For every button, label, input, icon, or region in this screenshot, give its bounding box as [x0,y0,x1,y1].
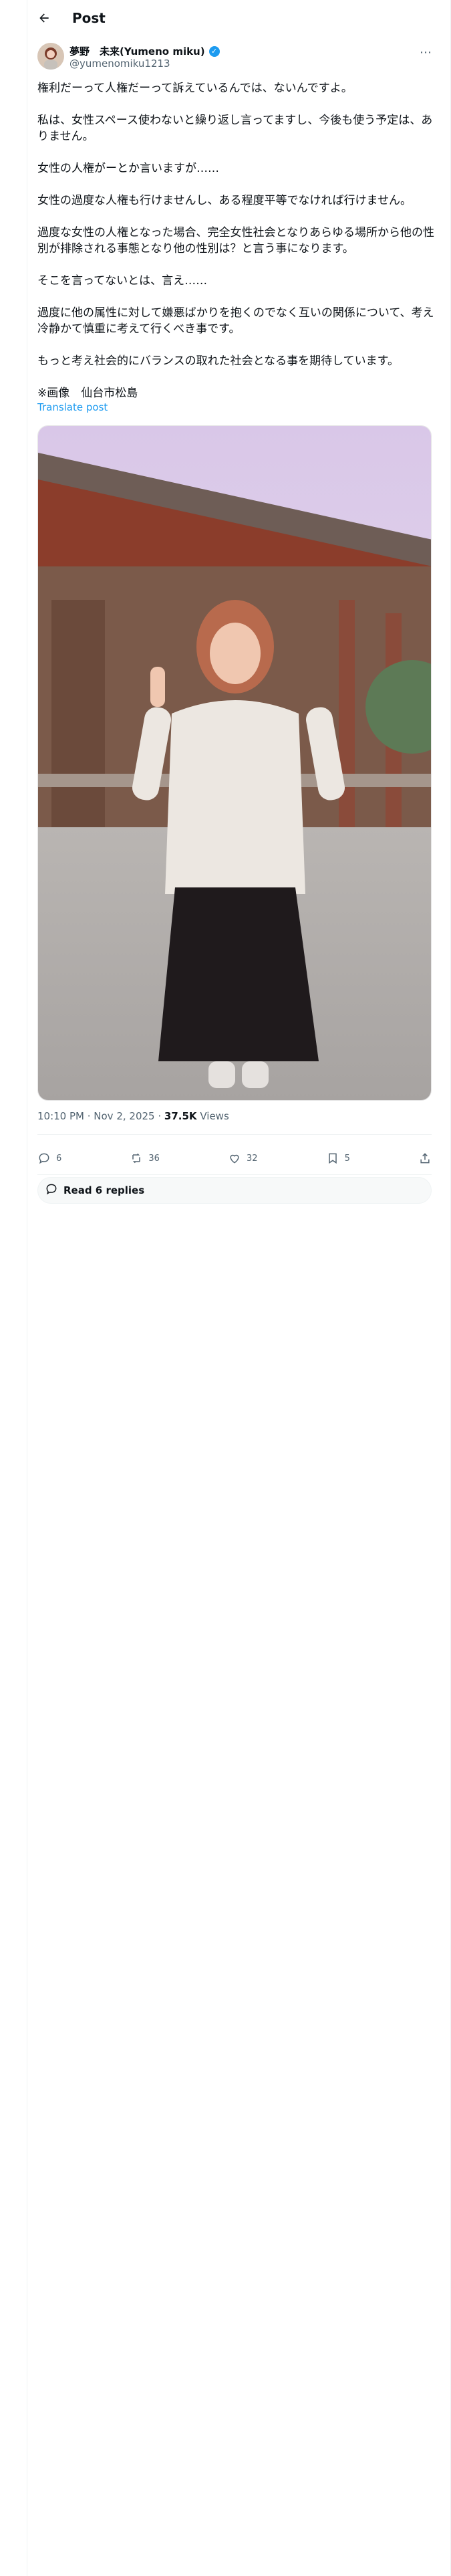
top-bar: Post [27,0,424,36]
like-button[interactable]: 32 [228,1152,258,1165]
post-photo[interactable] [37,425,432,1101]
post-paragraph: 女性の過度な人権も行けませんし、ある程度平等でなければ行けません。 [37,194,412,207]
divider [37,1134,432,1135]
page-title: Post [72,10,106,26]
post-timestamp[interactable]: 10:10 PM · Nov 2, 2025 [37,1110,155,1122]
author-name-row[interactable]: 夢野 未来(Yumeno miku) ✓ [69,44,220,58]
post-paragraph: 女性の人権がーとか言いますが…… [37,162,219,175]
reply-icon [37,1152,51,1165]
read-replies-button[interactable]: Read 6 replies [37,1177,432,1204]
like-count: 32 [246,1153,258,1164]
like-icon [228,1152,241,1165]
post-paragraph: 過度な女性の人権となった場合、完全女性社会となりあらゆる場所から他の性別が排除さ… [37,226,434,255]
repost-icon [130,1152,143,1165]
post-paragraph: 権利だーって人権だーって訴えているんでは、ないんですよ。 [37,82,353,95]
repost-count: 36 [148,1153,160,1164]
post-meta: 10:10 PM · Nov 2, 2025 · 37.5K Views [37,1110,229,1122]
author-name[interactable]: 夢野 未来(Yumeno miku) [69,44,205,58]
post-paragraph: そこを言ってないとは、言え…… [37,274,208,288]
reply-count: 6 [56,1153,62,1164]
author-handle[interactable]: @yumenomiku1213 [69,58,170,70]
repost-button[interactable]: 36 [130,1152,160,1165]
post-paragraph: もっと考え社会的にバランスの取れた社会となる事を期待しています。 [37,354,399,368]
read-replies-label: Read 6 replies [63,1184,145,1196]
translate-link[interactable]: Translate post [37,401,108,413]
post-paragraph: 過度に他の属性に対して嫌悪ばかりを抱くのでなく互いの関係について、考え冷静かて慎… [37,306,434,336]
bookmark-icon [326,1152,339,1165]
divider [37,1174,432,1175]
back-arrow-icon[interactable] [32,6,56,30]
views-count: 37.5K [164,1110,197,1122]
speech-bubble-icon [45,1182,58,1198]
verified-badge-icon: ✓ [208,45,220,57]
more-icon[interactable]: ⋯ [420,45,432,60]
post-paragraph: ※画像 仙台市松島 [37,387,138,400]
bookmark-button[interactable]: 5 [326,1152,350,1165]
author-block: 夢野 未来(Yumeno miku) ✓ @yumenomiku1213 ⋯ [37,43,432,72]
avatar[interactable] [37,43,64,70]
views-label: Views [200,1110,229,1122]
action-bar: 6 36 32 5 [37,1145,432,1172]
meta-separator: · [158,1110,164,1122]
post-text: 権利だーって人権だーって訴えているんでは、ないんですよ。 私は、女性スペース使わ… [37,80,438,417]
post-paragraph: 私は、女性スペース使わないと繰り返し言ってますし、今後も使う予定は、ありません。 [37,114,433,143]
share-icon [418,1152,432,1165]
reply-button[interactable]: 6 [37,1152,61,1165]
bookmark-count: 5 [344,1153,350,1164]
share-button[interactable] [418,1152,432,1165]
